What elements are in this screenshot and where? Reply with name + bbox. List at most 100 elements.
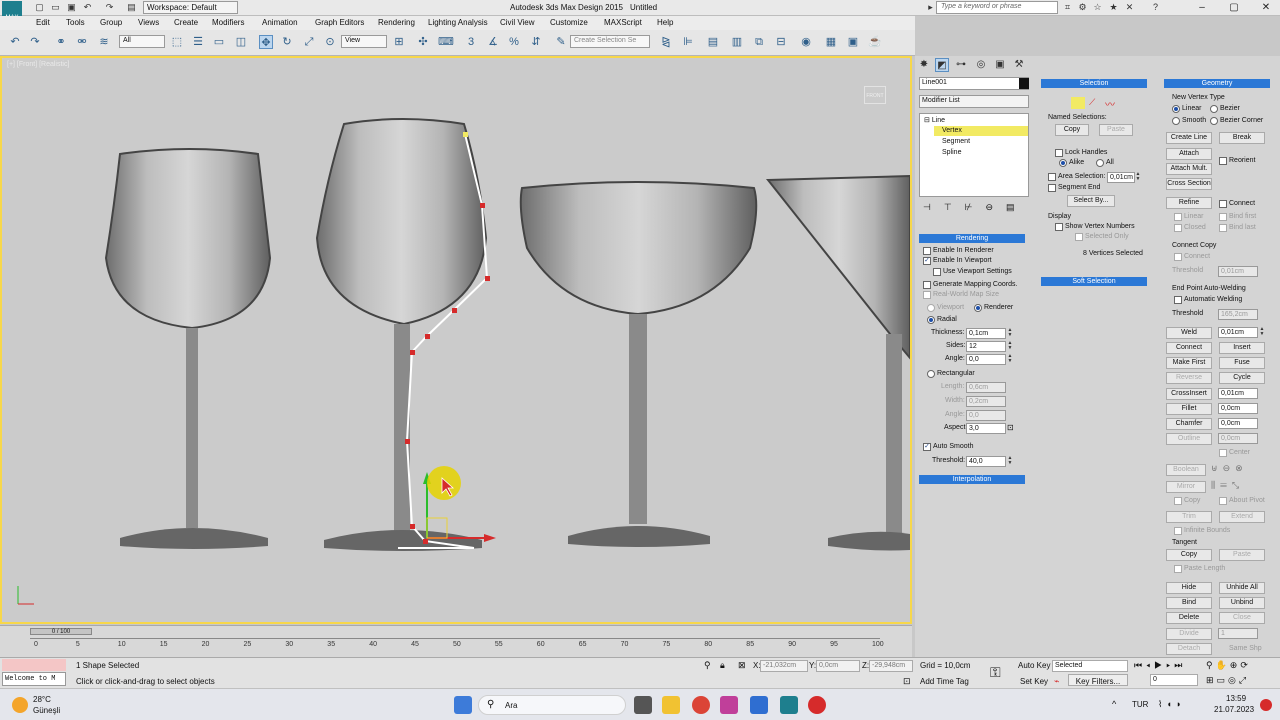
add-time-tag[interactable]: Add Time Tag xyxy=(920,677,969,686)
mirror-icon[interactable]: ⧎ xyxy=(659,35,673,49)
keyboard-shortcut-icon[interactable]: ⌨ xyxy=(438,35,454,49)
set-key-icon[interactable]: ⚿ xyxy=(990,664,1001,681)
create-tab-icon[interactable]: ✸ xyxy=(917,58,931,72)
object-color-swatch[interactable] xyxy=(1019,78,1029,89)
linear-radio[interactable] xyxy=(1172,105,1180,113)
segment-mode-icon[interactable]: ⟋ xyxy=(1089,97,1095,108)
divide-button[interactable]: Divide xyxy=(1166,628,1212,640)
undo-icon[interactable]: ↶ xyxy=(82,2,93,13)
favorites-icon[interactable]: ★ xyxy=(1108,2,1119,13)
menu-views[interactable]: Views xyxy=(138,18,159,27)
area-selection-spinner[interactable]: ▲ ▼ xyxy=(1135,172,1141,183)
geometry-rollout-header[interactable]: Geometry xyxy=(1164,79,1270,88)
stack-tools-icons[interactable]: ⊣⊤⊬⊖▤ xyxy=(923,202,1028,213)
menu-civil-view[interactable]: Civil View xyxy=(500,18,535,27)
search-arrow-icon[interactable]: ▸ xyxy=(925,2,936,13)
close-button[interactable]: ✕ xyxy=(1254,1,1278,14)
bind-last-checkbox[interactable] xyxy=(1219,224,1227,232)
menu-graph-editors[interactable]: Graph Editors xyxy=(315,18,364,27)
stack-item-segment[interactable]: Segment xyxy=(942,138,970,145)
fuse-button[interactable]: Fuse xyxy=(1219,357,1265,369)
thickness-input[interactable]: 0,1cm xyxy=(966,328,1006,339)
menu-help[interactable]: Help xyxy=(657,18,673,27)
connect-button[interactable]: Connect xyxy=(1166,342,1212,354)
tray-icons[interactable]: ⌇◖◗ xyxy=(1158,699,1185,710)
bezier-radio[interactable] xyxy=(1210,105,1218,113)
menu-rendering[interactable]: Rendering xyxy=(378,18,415,27)
area-selection-checkbox[interactable] xyxy=(1048,173,1056,181)
notification-badge[interactable] xyxy=(1260,699,1272,711)
lock-selection-icon[interactable]: 🔒︎ xyxy=(720,660,725,671)
chamfer-button[interactable]: Chamfer xyxy=(1166,418,1212,430)
recorder-icon[interactable] xyxy=(808,696,826,714)
language-indicator[interactable]: TUR xyxy=(1132,700,1148,709)
set-key-button[interactable]: Set Key xyxy=(1020,677,1048,686)
tangent-paste-button[interactable]: Paste xyxy=(1219,549,1265,561)
link-icon[interactable]: ⚭ xyxy=(54,35,68,49)
trim-button[interactable]: Trim xyxy=(1166,511,1212,523)
weather-icon[interactable] xyxy=(12,697,28,713)
gen-mapping-checkbox[interactable] xyxy=(923,281,931,289)
select-and-move-icon[interactable]: ✥ xyxy=(259,35,273,49)
spinner-snap-icon[interactable]: ⇵ xyxy=(529,35,543,49)
all-radio[interactable] xyxy=(1096,159,1104,167)
modifier-list-dropdown[interactable]: Modifier List xyxy=(919,95,1029,108)
motion-tab-icon[interactable]: ◎ xyxy=(974,58,988,72)
workspace-dropdown[interactable]: Workspace: Default xyxy=(143,1,238,14)
auto-smooth-checkbox[interactable]: ✓ xyxy=(923,443,931,451)
schematic-view-icon[interactable]: ⊟ xyxy=(774,35,788,49)
save-icon[interactable]: ▣ xyxy=(66,2,77,13)
bezier-corner-radio[interactable] xyxy=(1210,117,1218,125)
time-slider[interactable]: 0 / 100 xyxy=(30,628,92,635)
menu-edit[interactable]: Edit xyxy=(36,18,50,27)
bind-space-warp-icon[interactable]: ≋ xyxy=(97,35,111,49)
segment-end-checkbox[interactable] xyxy=(1048,184,1056,192)
viewport-nav-controls[interactable]: ⚲✋⊕⟳ xyxy=(1206,660,1251,671)
menu-modifiers[interactable]: Modifiers xyxy=(212,18,244,27)
display-tab-icon[interactable]: ▣ xyxy=(993,58,1007,72)
subscription-icon[interactable]: ⚙ xyxy=(1077,2,1088,13)
pivot-center-icon[interactable]: ⊞ xyxy=(392,35,406,49)
break-button[interactable]: Break xyxy=(1219,132,1265,144)
bind-first-checkbox[interactable] xyxy=(1219,213,1227,221)
undo-icon[interactable]: ↶ xyxy=(8,35,22,49)
stack-item-spline[interactable]: Spline xyxy=(942,149,961,156)
snaps-toggle-icon[interactable]: 3 xyxy=(464,35,478,49)
closed-checkbox[interactable] xyxy=(1174,224,1182,232)
fillet-button[interactable]: Fillet xyxy=(1166,403,1212,415)
mirror-button[interactable]: Mirror xyxy=(1166,481,1206,493)
tangent-copy-button[interactable]: Copy xyxy=(1166,549,1212,561)
cycle-button[interactable]: Cycle xyxy=(1219,372,1265,384)
mirror-copy-checkbox[interactable] xyxy=(1174,497,1182,505)
extend-button[interactable]: Extend xyxy=(1219,511,1265,523)
weld-threshold-input[interactable]: 165,2cm xyxy=(1218,309,1258,320)
detach-button[interactable]: Detach xyxy=(1166,643,1212,655)
maximize-button[interactable]: ▢ xyxy=(1222,1,1246,14)
scene-explorer-icon[interactable]: ▥ xyxy=(730,35,744,49)
vertex-mode-icon[interactable] xyxy=(1071,97,1085,109)
viewport-radio[interactable] xyxy=(927,304,935,312)
attach-button[interactable]: Attach xyxy=(1166,148,1212,160)
sides-spinner[interactable]: ▲ ▼ xyxy=(1007,341,1013,352)
binoculars-icon[interactable]: ⌗ xyxy=(1062,2,1073,13)
insert-button[interactable]: Insert xyxy=(1219,342,1265,354)
about-pivot-checkbox[interactable] xyxy=(1219,497,1227,505)
boolean-button[interactable]: Boolean xyxy=(1166,464,1206,476)
weld-spinner[interactable]: ▲ ▼ xyxy=(1259,327,1265,338)
selected-only-checkbox[interactable] xyxy=(1075,233,1083,241)
start-icon[interactable] xyxy=(454,696,472,714)
taskbar-search[interactable]: ⚲ Ara xyxy=(478,695,626,715)
select-and-rotate-icon[interactable]: ↻ xyxy=(280,35,294,49)
render-threshold-spinner[interactable]: ▲ ▼ xyxy=(1007,456,1013,467)
align-icon[interactable]: ⊫ xyxy=(681,35,695,49)
maxscript-mini-listener[interactable] xyxy=(2,659,66,671)
clock-time[interactable]: 13:59 xyxy=(1226,694,1246,703)
select-and-scale-icon[interactable]: ⤢ xyxy=(302,35,316,49)
angle-snap-icon[interactable]: ∡ xyxy=(486,35,500,49)
make-first-button[interactable]: Make First xyxy=(1166,357,1212,369)
paste-selection-button[interactable]: Paste xyxy=(1099,124,1133,136)
window-crossing-icon[interactable]: ◫ xyxy=(234,35,248,49)
maxscript-listener[interactable]: Welcome to M xyxy=(2,672,66,686)
angle2-input[interactable]: 0,0 xyxy=(966,410,1006,421)
help-icon[interactable]: ? xyxy=(1150,2,1161,13)
